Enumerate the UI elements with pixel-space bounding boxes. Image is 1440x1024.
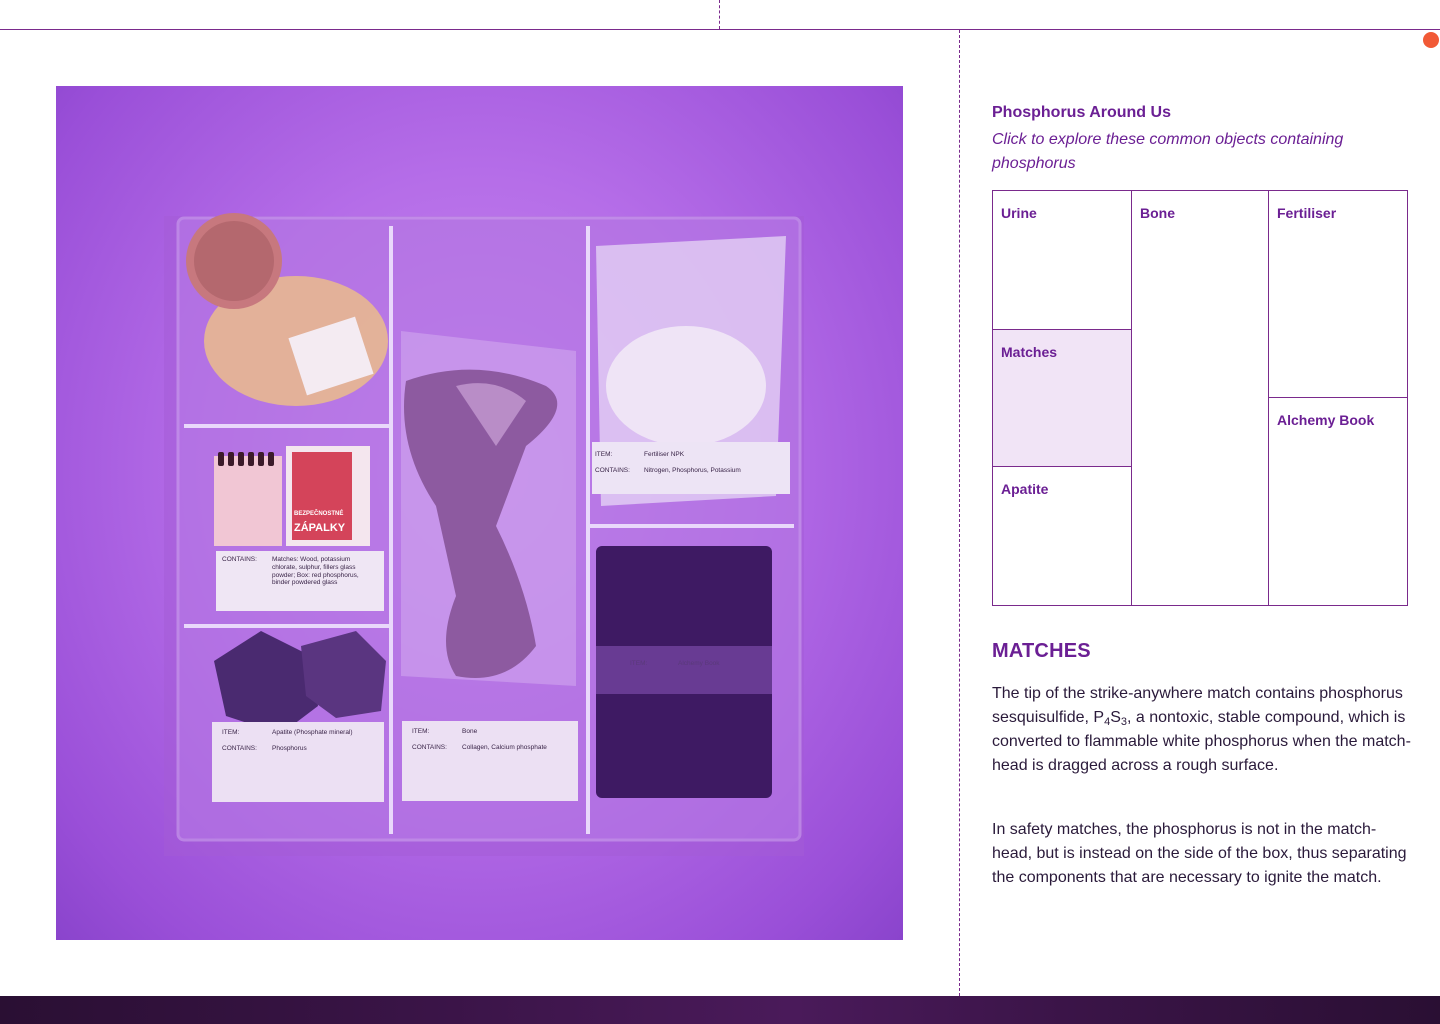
object-tile-alchemy-book[interactable]: Alchemy Book bbox=[1268, 397, 1408, 606]
photo-label: Nitrogen, Phosphorus, Potassium bbox=[644, 467, 741, 474]
photo-label: CONTAINS: bbox=[412, 744, 447, 751]
photo-label: ITEM: bbox=[412, 728, 430, 735]
top-tick-divider bbox=[719, 0, 720, 29]
object-tile-urine[interactable]: Urine bbox=[992, 190, 1132, 330]
object-tile-matches[interactable]: Matches bbox=[992, 329, 1132, 467]
photo-label: Phosphorus bbox=[272, 745, 307, 752]
tray-illustration bbox=[164, 213, 804, 856]
detail-heading: MATCHES bbox=[992, 640, 1091, 662]
photo-label: ITEM: bbox=[595, 451, 613, 458]
fertiliser-specimen bbox=[592, 236, 790, 506]
object-tile-fertiliser[interactable]: Fertiliser bbox=[1268, 190, 1408, 398]
panel-subtitle: Click to explore these common objects co… bbox=[992, 131, 1344, 172]
photo-label: ITEM: bbox=[222, 729, 240, 736]
photo-label: CONTAINS: bbox=[222, 745, 257, 752]
photo-label: ITEM: bbox=[630, 660, 648, 667]
photo-label: Alchemy Book bbox=[678, 660, 720, 667]
photo-label: Bone bbox=[462, 728, 478, 735]
detail-paragraph-2: In safety matches, the phosphorus is not… bbox=[992, 821, 1407, 886]
column-divider bbox=[959, 30, 960, 996]
status-dot bbox=[1423, 32, 1439, 48]
photo-label: CONTAINS: bbox=[222, 556, 257, 563]
top-rule bbox=[0, 29, 1440, 30]
matchbox-brand: BEZPEČNOSTNÉ bbox=[294, 511, 344, 517]
photo-label: Apatite (Phosphate mineral) bbox=[272, 729, 353, 736]
object-tile-apatite[interactable]: Apatite bbox=[992, 466, 1132, 606]
photo-label: CONTAINS: bbox=[595, 467, 630, 474]
photo-label: Collagen, Calcium phosphate bbox=[462, 744, 547, 751]
object-selector-grid: Urine Matches Apatite Bone Fertiliser Al… bbox=[992, 190, 1408, 606]
matchbox-brand: ZÁPALKY bbox=[294, 522, 346, 534]
panel-title: Phosphorus Around Us bbox=[992, 104, 1171, 121]
specimen-tray-photo: ITEM: Fertiliser NPK CONTAINS: Nitrogen,… bbox=[56, 86, 903, 940]
detail-text: S bbox=[1110, 709, 1121, 726]
object-tile-bone[interactable]: Bone bbox=[1131, 190, 1269, 606]
bottom-image-strip bbox=[0, 996, 1440, 1024]
alchemy-book-specimen bbox=[596, 546, 772, 798]
photo-label: Matches: Wood, potassium chlorate, sulph… bbox=[272, 556, 359, 587]
detail-paragraph-1: The tip of the strike-anywhere match con… bbox=[992, 682, 1412, 778]
photo-label: Fertiliser NPK bbox=[644, 451, 685, 458]
